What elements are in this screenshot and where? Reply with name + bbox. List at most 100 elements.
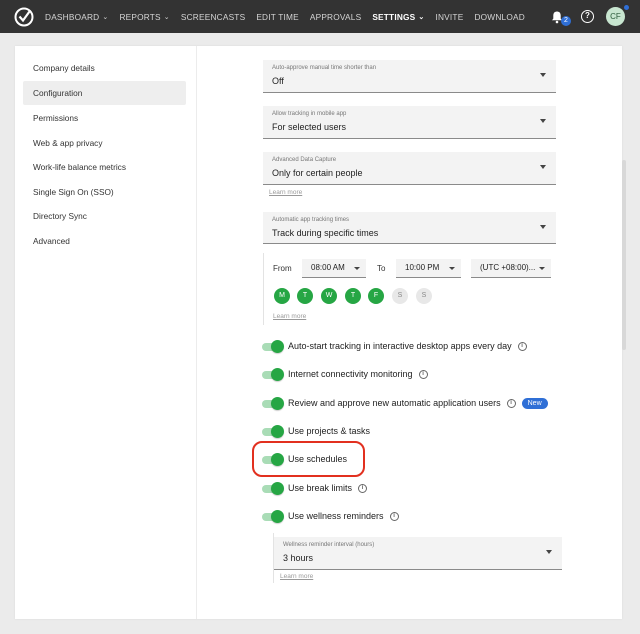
advanced-capture-select[interactable]: Advanced Data Capture Only for certain p… — [263, 152, 556, 185]
help-icon[interactable]: ? — [581, 10, 594, 23]
chevron-down-icon: ⌄ — [163, 13, 170, 21]
to-label: To — [377, 264, 386, 273]
auto-start-label: Auto-start tracking in interactive deskt… — [288, 341, 512, 351]
nav-approvals-label: APPROVALS — [309, 11, 362, 22]
advanced-capture-learn-more-link[interactable]: Learn more — [269, 189, 302, 196]
day-toggle-friday[interactable]: F — [368, 288, 384, 304]
app-tracking-times-label: Automatic app tracking times — [272, 217, 350, 223]
nav-invite[interactable]: INVITE — [435, 12, 463, 22]
nav-settings-label: SETTINGS — [372, 11, 416, 22]
nav-download-label: DOWNLOAD — [474, 11, 525, 22]
info-icon[interactable]: i — [418, 369, 428, 379]
sidebar-item-configuration[interactable]: Configuration — [23, 81, 186, 105]
timezone-select[interactable]: (UTC +08:00)... — [471, 259, 551, 278]
app-tracking-times-value: Track during specific times — [272, 228, 379, 238]
settings-sidebar: Company details Configuration Permission… — [15, 46, 197, 619]
toggle-thumb — [271, 424, 284, 438]
caret-down-icon — [546, 550, 552, 554]
internet-monitoring-label: Internet connectivity monitoring — [288, 369, 413, 379]
caret-down-icon — [540, 225, 546, 229]
sidebar-item-permissions[interactable]: Permissions — [23, 106, 186, 130]
day-toggle-saturday[interactable]: S — [392, 288, 408, 304]
wellness-reminders-label: Use wellness reminders — [288, 511, 384, 521]
mobile-tracking-select[interactable]: Allow tracking in mobile app For selecte… — [263, 106, 556, 139]
mobile-tracking-value: For selected users — [272, 122, 347, 132]
caret-down-icon — [449, 267, 455, 270]
info-icon[interactable]: i — [389, 511, 399, 521]
wellness-interval-value: 3 hours — [283, 553, 314, 563]
avatar-status-dot — [624, 5, 629, 10]
nav-settings[interactable]: SETTINGS ⌄ — [372, 12, 424, 22]
toggle-thumb — [271, 509, 284, 523]
content-scrollbar[interactable] — [622, 160, 626, 350]
auto-approve-select[interactable]: Auto-approve manual time shorter than Of… — [263, 60, 556, 93]
from-time-select[interactable]: 08:00 AM — [302, 259, 366, 278]
nav-screencasts[interactable]: SCREENCASTS — [181, 12, 245, 22]
nav-reports-label: REPORTS — [119, 11, 161, 22]
app-tracking-times-select[interactable]: Automatic app tracking times Track durin… — [263, 212, 556, 244]
caret-down-icon — [540, 165, 546, 169]
app-logo-icon[interactable] — [14, 7, 34, 27]
caret-down-icon — [539, 267, 545, 270]
toggle-thumb — [271, 339, 284, 353]
to-time-select[interactable]: 10:00 PM — [396, 259, 461, 278]
projects-tasks-label: Use projects & tasks — [288, 426, 371, 436]
info-icon[interactable]: i — [517, 341, 527, 351]
break-limits-toggle[interactable] — [262, 481, 284, 495]
day-toggle-monday[interactable]: M — [274, 288, 290, 304]
nav-approvals[interactable]: APPROVALS — [310, 12, 361, 22]
sidebar-item-work-life-balance[interactable]: Work-life balance metrics — [23, 155, 186, 179]
use-schedules-highlight-outline — [252, 441, 365, 477]
nav-reports[interactable]: REPORTS ⌄ — [119, 12, 169, 22]
info-icon[interactable]: i — [358, 483, 368, 493]
nav-download[interactable]: DOWNLOAD — [474, 12, 524, 22]
nav-edit-time[interactable]: EDIT TIME — [256, 12, 299, 22]
auto-approve-label: Auto-approve manual time shorter than — [272, 65, 377, 71]
from-label: From — [273, 264, 292, 273]
advanced-capture-label: Advanced Data Capture — [272, 157, 337, 163]
nav-dashboard[interactable]: DASHBOARD ⌄ — [45, 12, 108, 22]
day-toggle-wednesday[interactable]: W — [321, 288, 337, 304]
nav-invite-label: INVITE — [435, 11, 464, 22]
schedule-learn-more-link[interactable]: Learn more — [273, 313, 306, 320]
sidebar-item-directory-sync[interactable]: Directory Sync — [23, 204, 186, 228]
wellness-interval-select[interactable]: Wellness reminder interval (hours) 3 hou… — [274, 537, 562, 570]
toggle-row-review-approve[interactable]: Review and approve new automatic applica… — [262, 395, 548, 411]
sidebar-item-web-app-privacy[interactable]: Web & app privacy — [23, 131, 186, 155]
toggle-row-break-limits[interactable]: Use break limits i — [262, 480, 368, 496]
info-icon[interactable]: i — [506, 398, 516, 408]
toggle-thumb — [271, 481, 284, 495]
wellness-learn-more-link[interactable]: Learn more — [280, 573, 313, 580]
wellness-interval-label: Wellness reminder interval (hours) — [283, 542, 375, 548]
caret-down-icon — [540, 73, 546, 77]
from-time-value: 08:00 AM — [311, 263, 345, 272]
review-approve-toggle[interactable] — [262, 396, 284, 410]
sidebar-item-company-details[interactable]: Company details — [23, 56, 186, 80]
day-toggle-thursday[interactable]: T — [345, 288, 361, 304]
auto-start-toggle[interactable] — [262, 339, 284, 353]
toggle-row-internet-monitoring[interactable]: Internet connectivity monitoring i — [262, 366, 428, 382]
sidebar-item-sso[interactable]: Single Sign On (SSO) — [23, 180, 186, 204]
caret-down-icon — [540, 119, 546, 123]
toggle-row-wellness-reminders[interactable]: Use wellness reminders i — [262, 508, 399, 524]
wellness-reminders-toggle[interactable] — [262, 509, 284, 523]
timezone-value: (UTC +08:00)... — [480, 263, 536, 272]
toggle-thumb — [271, 367, 284, 381]
auto-approve-value: Off — [272, 76, 284, 86]
main-nav: DASHBOARD ⌄ REPORTS ⌄ SCREENCASTS EDIT TIM… — [45, 0, 536, 33]
break-limits-label: Use break limits — [288, 483, 353, 493]
avatar[interactable]: CF — [606, 7, 625, 26]
internet-monitoring-toggle[interactable] — [262, 367, 284, 381]
nav-dashboard-label: DASHBOARD — [45, 11, 100, 22]
day-toggle-sunday[interactable]: S — [416, 288, 432, 304]
toggle-row-projects-tasks[interactable]: Use projects & tasks — [262, 423, 370, 439]
sidebar-item-advanced[interactable]: Advanced — [23, 229, 186, 253]
chevron-down-icon: ⌄ — [418, 13, 425, 21]
projects-tasks-toggle[interactable] — [262, 424, 284, 438]
top-navigation-bar: DASHBOARD ⌄ REPORTS ⌄ SCREENCASTS EDIT TIM… — [0, 0, 640, 33]
caret-down-icon — [354, 267, 360, 270]
day-toggle-tuesday[interactable]: T — [297, 288, 313, 304]
chevron-down-icon: ⌄ — [102, 13, 109, 21]
toggle-row-auto-start[interactable]: Auto-start tracking in interactive deskt… — [262, 338, 527, 354]
nav-edit-time-label: EDIT TIME — [256, 11, 299, 22]
